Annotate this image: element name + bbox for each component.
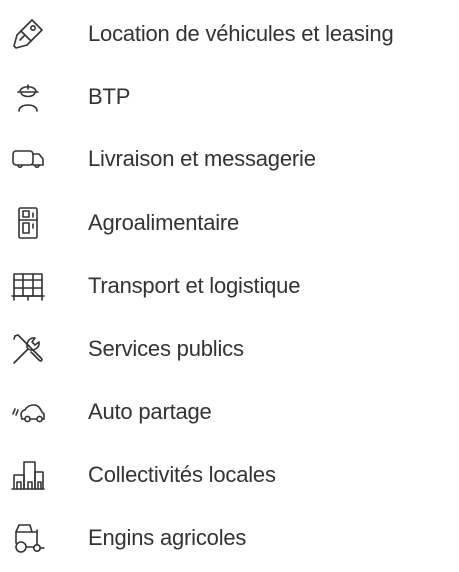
sector-label: Services publics: [88, 336, 244, 361]
sector-item-car-sharing[interactable]: Auto partage: [0, 388, 459, 436]
sector-item-public-services[interactable]: Services publics: [0, 325, 459, 373]
pallet-boxes-icon: [10, 262, 46, 310]
tractor-icon: [10, 514, 46, 562]
sector-label: Collectivités locales: [88, 462, 276, 487]
sector-item-transport[interactable]: Transport et logistique: [0, 262, 459, 310]
sector-label: Livraison et messagerie: [88, 146, 316, 171]
sector-label: Location de véhicules et leasing: [88, 21, 394, 46]
sector-item-vehicle-rental[interactable]: Location de véhicules et leasing: [0, 10, 459, 58]
construction-worker-icon: [10, 73, 46, 121]
sector-label: Auto partage: [88, 399, 212, 424]
sector-item-local-authorities[interactable]: Collectivités locales: [0, 451, 459, 499]
sector-label: BTP: [88, 84, 131, 109]
tools-icon: [10, 325, 46, 373]
sector-label: Engins agricoles: [88, 525, 247, 550]
refrigerator-icon: [10, 199, 46, 247]
sector-item-delivery[interactable]: Livraison et messagerie: [0, 135, 459, 183]
sector-list: Location de véhicules et leasing BTP Liv…: [0, 0, 459, 572]
sector-label: Transport et logistique: [88, 273, 301, 298]
sector-item-btp[interactable]: BTP: [0, 73, 459, 121]
car-key-icon: [10, 10, 46, 58]
city-buildings-icon: [10, 451, 46, 499]
sector-item-agricultural-machinery[interactable]: Engins agricoles: [0, 514, 459, 562]
car-signal-icon: [10, 388, 46, 436]
sector-label: Agroalimentaire: [88, 210, 240, 235]
sector-item-agrifood[interactable]: Agroalimentaire: [0, 199, 459, 247]
delivery-truck-icon: [10, 135, 46, 183]
